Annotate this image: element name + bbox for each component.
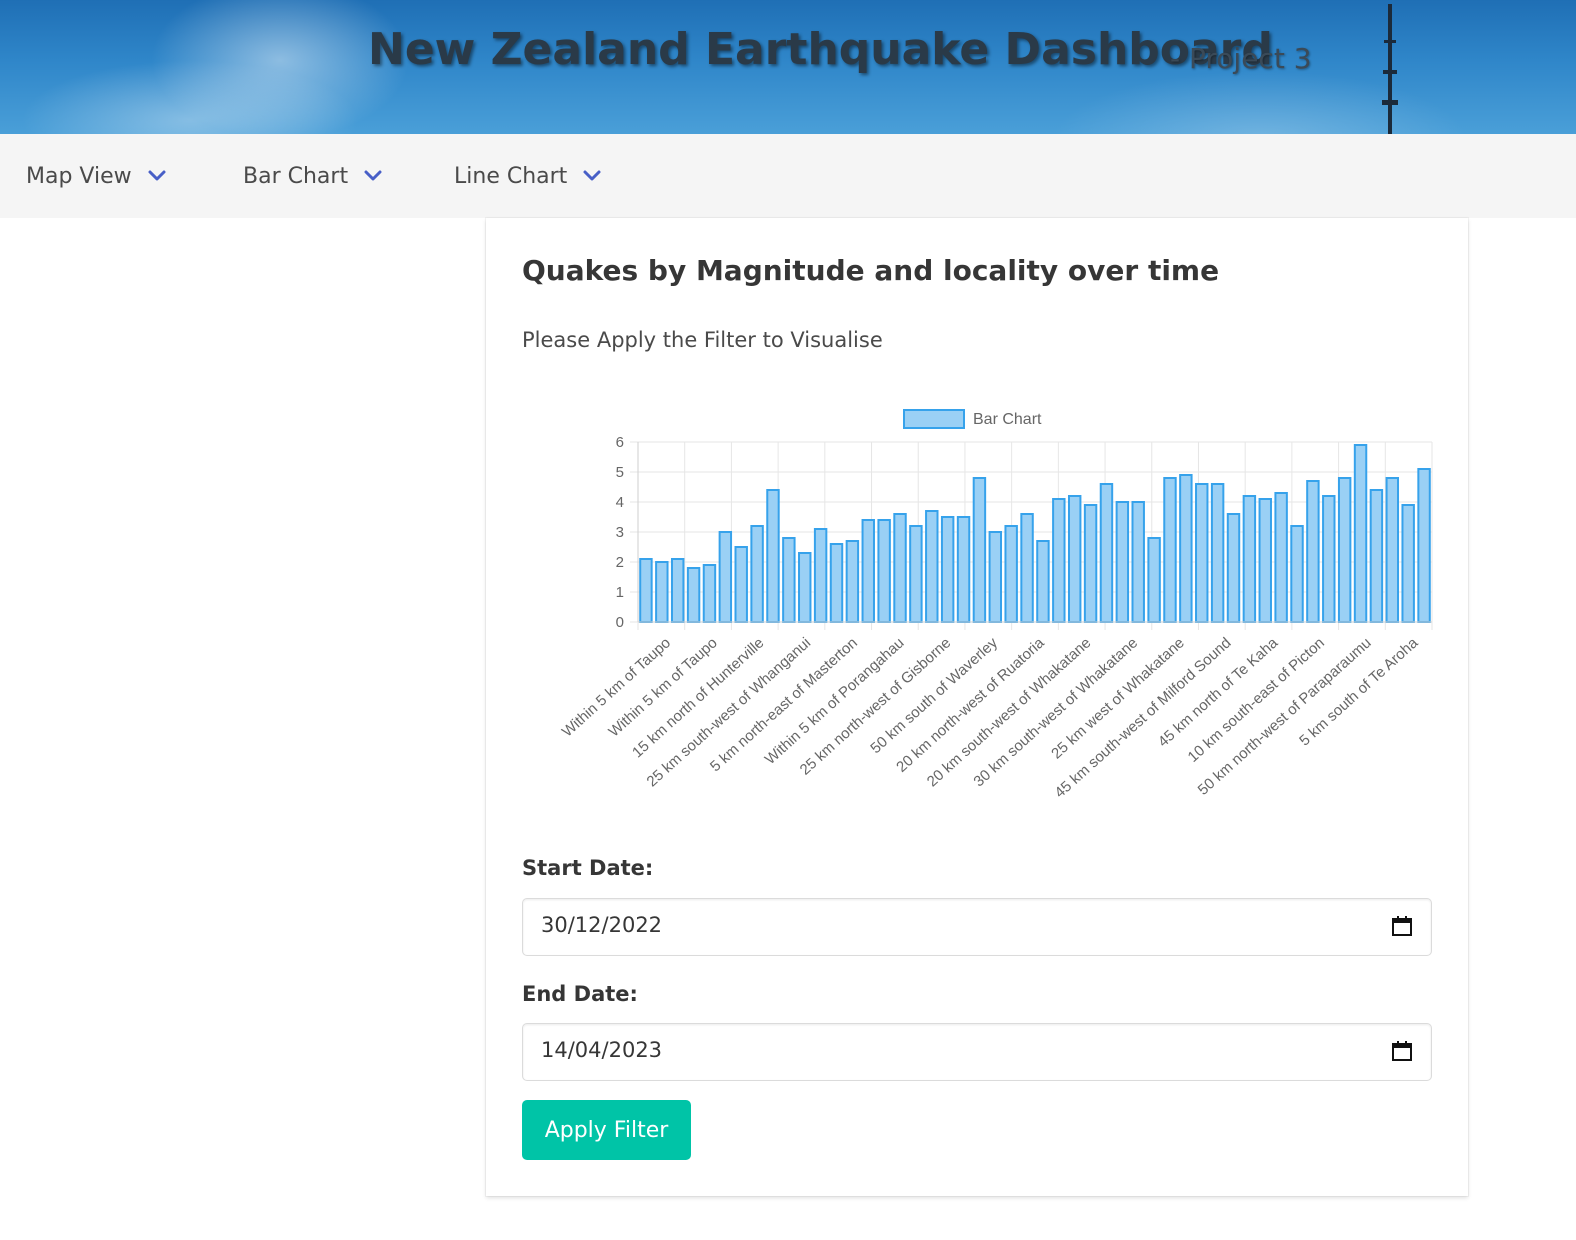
- bar-mark: [1417, 468, 1431, 623]
- nav-item-bar-chart[interactable]: Bar Chart: [243, 134, 384, 218]
- apply-filter-button[interactable]: Apply Filter: [522, 1100, 691, 1160]
- chevron-down-icon: [364, 170, 382, 181]
- bar-mark: [1163, 477, 1177, 623]
- header-banner: New Zealand Earthquake Dashboard - Proje…: [0, 0, 1576, 134]
- bar-mark: [1083, 504, 1098, 623]
- tower-decoration: [1382, 100, 1398, 105]
- bar-mark: [845, 540, 860, 623]
- bar-mark: [686, 567, 701, 623]
- bar-mark: [734, 546, 748, 623]
- chart-card: Quakes by Magnitude and locality over ti…: [486, 218, 1468, 1196]
- bar-mark: [972, 477, 987, 623]
- nav-item-line-chart[interactable]: Line Chart: [454, 134, 603, 218]
- bar-mark: [925, 510, 939, 623]
- y-tick-label: 3: [616, 524, 624, 541]
- bar-mark: [1210, 483, 1225, 623]
- bar-mark: [829, 543, 844, 623]
- bar-mark: [1353, 444, 1368, 623]
- y-tick-label: 6: [616, 434, 624, 451]
- bar-mark: [1004, 525, 1018, 623]
- bar-mark: [909, 525, 923, 623]
- y-tick-label: 5: [616, 464, 624, 481]
- bar-mark: [798, 552, 812, 623]
- bar-mark: [1385, 477, 1400, 623]
- nav-item-label: Bar Chart: [243, 163, 349, 189]
- bar-mark: [1115, 501, 1130, 623]
- bar-mark: [639, 558, 653, 623]
- y-tick-label: 2: [616, 554, 624, 571]
- bar-mark: [1306, 480, 1320, 623]
- bar-mark: [861, 519, 875, 623]
- bar-mark: [1322, 495, 1336, 623]
- bar-mark: [1195, 483, 1209, 623]
- end-date-input[interactable]: 14/04/2023: [522, 1023, 1432, 1081]
- bar-mark: [1036, 540, 1050, 623]
- bar-mark: [813, 528, 828, 623]
- bar-mark: [956, 516, 971, 623]
- chevron-down-icon: [148, 170, 166, 181]
- bar-mark: [670, 558, 685, 623]
- nav-item-label: Line Chart: [454, 163, 568, 189]
- bar-mark: [702, 564, 717, 623]
- bar-mark: [1274, 492, 1288, 623]
- tower-decoration: [1383, 70, 1397, 74]
- bar-mark: [1099, 483, 1114, 623]
- bar-mark: [1242, 495, 1257, 623]
- cloud-decoration: [1050, 70, 1470, 134]
- start-date-label: Start Date:: [522, 856, 654, 880]
- bar-mark: [877, 519, 891, 623]
- site-title: New Zealand Earthquake Dashboard: [368, 24, 1273, 75]
- y-tick-label: 0: [616, 614, 624, 631]
- x-tick-label: 50 km north-west of Paraparaumu: [1195, 634, 1375, 798]
- y-tick-label: 1: [616, 584, 624, 601]
- bar-mark: [1337, 477, 1352, 623]
- bar-mark: [1067, 495, 1082, 623]
- bar-mark: [1147, 537, 1161, 623]
- bar-mark: [1290, 525, 1304, 623]
- bar-mark: [1369, 489, 1384, 623]
- end-date-label: End Date:: [522, 982, 638, 1006]
- bar-mark: [1401, 504, 1415, 623]
- bar-mark: [655, 561, 669, 623]
- filter-instruction: Please Apply the Filter to Visualise: [522, 328, 883, 352]
- card-title: Quakes by Magnitude and locality over ti…: [522, 254, 1220, 287]
- legend-label: Bar Chart: [973, 411, 1042, 428]
- nav-item-map-view[interactable]: Map View: [26, 134, 168, 218]
- bar-mark: [940, 516, 955, 623]
- bar-mark: [1226, 513, 1241, 623]
- start-date-input[interactable]: 30/12/2022: [522, 898, 1432, 956]
- calendar-icon[interactable]: [1391, 915, 1413, 937]
- tower-decoration: [1384, 40, 1396, 43]
- site-subtitle: - Project 3: [1170, 42, 1312, 75]
- bar-mark: [1020, 513, 1034, 623]
- bar-mark: [766, 489, 780, 623]
- end-date-value: 14/04/2023: [541, 1038, 663, 1062]
- bar-mark: [1179, 474, 1193, 623]
- bar-mark: [988, 531, 1003, 623]
- start-date-value: 30/12/2022: [541, 913, 663, 937]
- navbar: Map View Bar Chart Line Chart: [0, 134, 1576, 218]
- tower-decoration: [1388, 4, 1392, 134]
- legend-swatch: [903, 409, 965, 429]
- bar-mark: [718, 531, 733, 623]
- chevron-down-icon: [583, 170, 601, 181]
- y-tick-label: 4: [616, 494, 624, 511]
- bar-mark: [1258, 498, 1272, 623]
- calendar-icon[interactable]: [1391, 1040, 1413, 1062]
- bar-mark: [1131, 501, 1145, 623]
- bar-mark: [750, 525, 764, 623]
- bar-mark: [782, 537, 796, 623]
- nav-item-label: Map View: [26, 163, 132, 189]
- bar-mark: [893, 513, 907, 623]
- bar-mark: [1052, 498, 1066, 623]
